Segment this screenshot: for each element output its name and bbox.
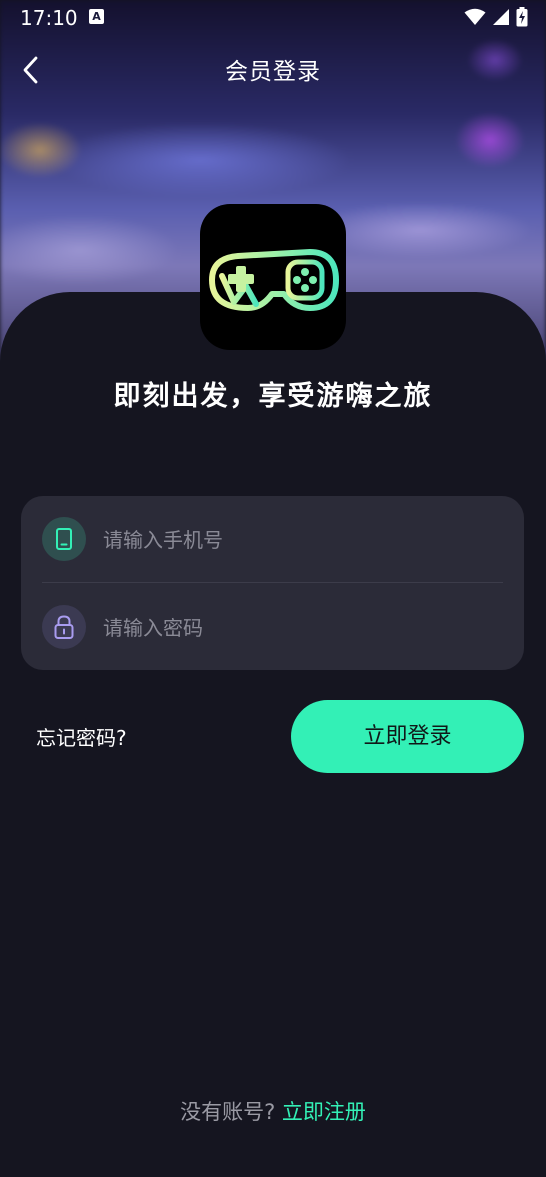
login-button[interactable]: 立即登录 [291, 700, 524, 773]
phone-icon-badge [42, 517, 86, 561]
phone-input[interactable] [101, 518, 495, 562]
signup-row: 没有账号? 立即注册 [0, 1096, 546, 1126]
lock-icon-badge [42, 605, 86, 649]
password-input[interactable] [101, 606, 495, 650]
gamepad-icon [209, 228, 339, 311]
password-field [21, 584, 524, 670]
lock-icon [54, 615, 74, 639]
phone-icon [56, 528, 72, 550]
signal-icon [493, 9, 509, 25]
nav-bar: 会员登录 [0, 44, 546, 90]
phone-field [21, 496, 524, 582]
register-link[interactable]: 立即注册 [282, 1100, 366, 1124]
field-divider [42, 582, 503, 583]
battery-icon [516, 7, 528, 27]
status-icons [464, 7, 528, 27]
page-title: 会员登录 [225, 59, 321, 85]
notification-a-icon: A [89, 9, 104, 24]
app-logo [200, 204, 346, 350]
wifi-icon [464, 8, 486, 25]
slogan: 即刻出发，享受游嗨之旅 [113, 381, 433, 412]
login-form [21, 496, 524, 670]
status-time: 17:10 [20, 6, 78, 30]
forgot-password-link[interactable]: 忘记密码? [36, 722, 127, 751]
status-bar: 17:10 A [0, 0, 546, 36]
signup-prompt: 没有账号? [180, 1100, 276, 1124]
